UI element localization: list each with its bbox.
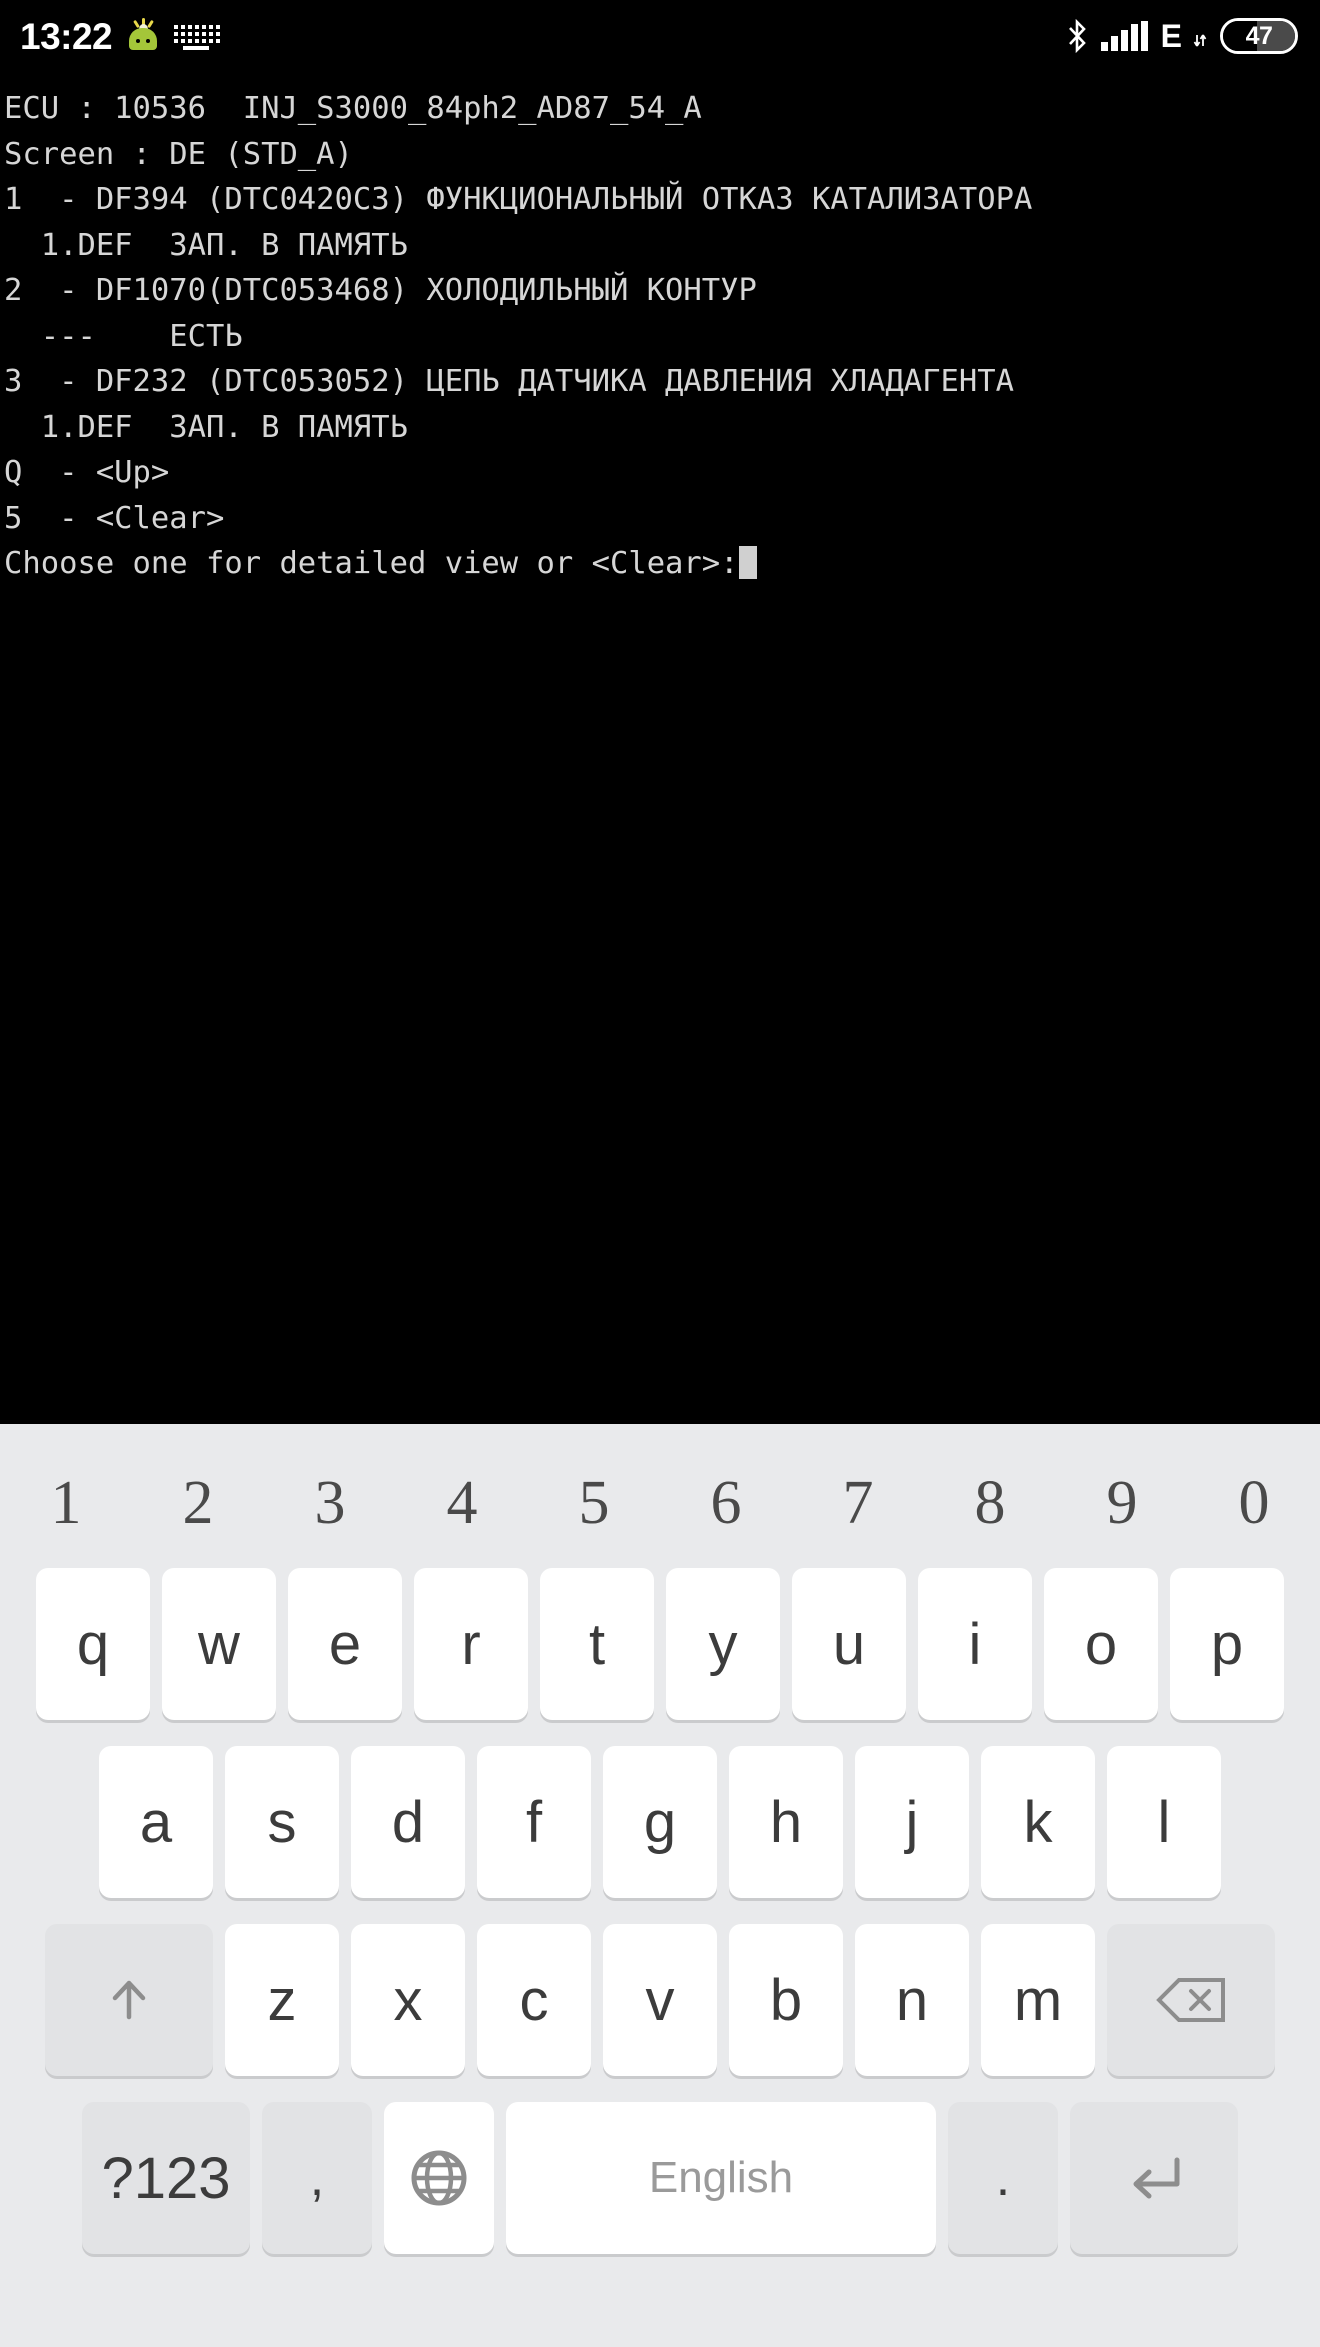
phone-screen: 13:22 E 47 ECU: 10536 INJ_S3000_84ph2_A… — [0, 0, 1320, 2347]
battery-indicator: 47 — [1220, 18, 1298, 54]
key-p[interactable]: p — [1170, 1568, 1284, 1720]
key-m[interactable]: m — [981, 1924, 1095, 2076]
keyboard-number-row: 1 2 3 4 5 6 7 8 9 0 — [0, 1424, 1320, 1564]
key-n[interactable]: n — [855, 1924, 969, 2076]
key-y[interactable]: y — [666, 1568, 780, 1720]
key-9[interactable]: 9 — [1056, 1448, 1188, 1558]
key-t[interactable]: t — [540, 1568, 654, 1720]
terminal-line: 5 - <Clear> — [4, 500, 225, 536]
terminal-line: ECU : 10536 INJ_S3000_84ph2_AD87_54_A — [4, 91, 702, 126]
key-v[interactable]: v — [603, 1924, 717, 2076]
globe-icon — [411, 2150, 467, 2206]
enter-icon — [1133, 2157, 1180, 2199]
key-c[interactable]: c — [477, 1924, 591, 2076]
space-key[interactable]: English — [506, 2102, 936, 2254]
key-4[interactable]: 4 — [396, 1448, 528, 1558]
data-transfer-icon — [1193, 34, 1207, 47]
key-b[interactable]: b — [729, 1924, 843, 2076]
terminal-line: --- ЕСТЬ — [4, 318, 243, 354]
key-w[interactable]: w — [162, 1568, 276, 1720]
period-key[interactable]: . — [948, 2102, 1058, 2254]
keyboard-row-qwerty: q w e r t y u i o p — [0, 1564, 1320, 1742]
symbols-key[interactable]: ?123 — [82, 2102, 250, 2254]
keyboard-row-bottom-alpha: z x c v b n m — [0, 1920, 1320, 2098]
onscreen-keyboard[interactable]: 1 2 3 4 5 6 7 8 9 0 q w e r t y u i o p … — [0, 1424, 1320, 2347]
key-2[interactable]: 2 — [132, 1448, 264, 1558]
key-a[interactable]: a — [99, 1746, 213, 1898]
terminal-line: 2 - DF1070(DTC053468) ХОЛОДИЛЬНЫЙ КОНТУР — [4, 273, 757, 308]
key-5[interactable]: 5 — [528, 1448, 660, 1558]
keyboard-icon — [174, 23, 221, 50]
key-0[interactable]: 0 — [1188, 1448, 1320, 1558]
terminal-output[interactable]: ECU : 10536 INJ_S3000_84ph2_AD87_54_A Sc… — [0, 72, 1320, 1424]
key-1[interactable]: 1 — [0, 1448, 132, 1558]
key-7[interactable]: 7 — [792, 1448, 924, 1558]
key-6[interactable]: 6 — [660, 1448, 792, 1558]
backspace-icon — [1156, 1978, 1225, 2022]
language-switch-key[interactable] — [384, 2102, 494, 2254]
key-x[interactable]: x — [351, 1924, 465, 2076]
key-d[interactable]: d — [351, 1746, 465, 1898]
key-f[interactable]: f — [477, 1746, 591, 1898]
android-robot-icon — [126, 18, 160, 53]
status-bar: 13:22 E 47 — [0, 0, 1320, 72]
key-u[interactable]: u — [792, 1568, 906, 1720]
terminal-cursor — [738, 546, 757, 579]
backspace-key[interactable] — [1107, 1924, 1275, 2076]
key-3[interactable]: 3 — [264, 1448, 396, 1558]
terminal-line: Screen : DE (STD_A) — [4, 136, 353, 172]
key-i[interactable]: i — [918, 1568, 1032, 1720]
key-j[interactable]: j — [855, 1746, 969, 1898]
comma-key[interactable]: , — [262, 2102, 372, 2254]
shift-icon — [112, 1980, 146, 2020]
keyboard-row-space: ?123 , English . — [0, 2098, 1320, 2283]
key-z[interactable]: z — [225, 1924, 339, 2076]
shift-key[interactable] — [45, 1924, 213, 2076]
terminal-line: Q - <Up> — [4, 455, 170, 490]
enter-key[interactable] — [1070, 2102, 1238, 2254]
status-clock: 13:22 — [20, 15, 113, 57]
key-o[interactable]: o — [1044, 1568, 1158, 1720]
key-k[interactable]: k — [981, 1746, 1095, 1898]
bluetooth-icon — [1068, 19, 1086, 53]
key-r[interactable]: r — [414, 1568, 528, 1720]
key-s[interactable]: s — [225, 1746, 339, 1898]
key-8[interactable]: 8 — [924, 1448, 1056, 1558]
terminal-line: 1.DEF ЗАП. В ПАМЯТЬ — [4, 409, 408, 445]
key-h[interactable]: h — [729, 1746, 843, 1898]
network-type-label: E — [1160, 18, 1182, 54]
battery-level-label: 47 — [1245, 21, 1273, 50]
terminal-prompt-line: Choose one for detailed view or <Clear>: — [4, 541, 1320, 587]
key-l[interactable]: l — [1107, 1746, 1221, 1898]
status-bar-right: E 47 — [1066, 18, 1298, 54]
terminal-line: 3 - DF232 (DTC053052) ЦЕПЬ ДАТЧИКА ДАВЛЕ… — [4, 364, 1014, 399]
terminal-line: 1 - DF394 (DTC0420C3) ФУНКЦИОНАЛЬНЫЙ ОТК… — [4, 182, 1033, 217]
status-bar-left: 13:22 — [14, 15, 221, 57]
key-e[interactable]: e — [288, 1568, 402, 1720]
terminal-prompt-text: Choose one for detailed view or <Clear>: — [4, 546, 739, 581]
key-g[interactable]: g — [603, 1746, 717, 1898]
keyboard-row-home: a s d f g h j k l — [0, 1742, 1320, 1920]
cellular-signal-icon — [1100, 21, 1148, 51]
terminal-line: 1.DEF ЗАП. В ПАМЯТЬ — [4, 227, 408, 263]
key-q[interactable]: q — [36, 1568, 150, 1720]
